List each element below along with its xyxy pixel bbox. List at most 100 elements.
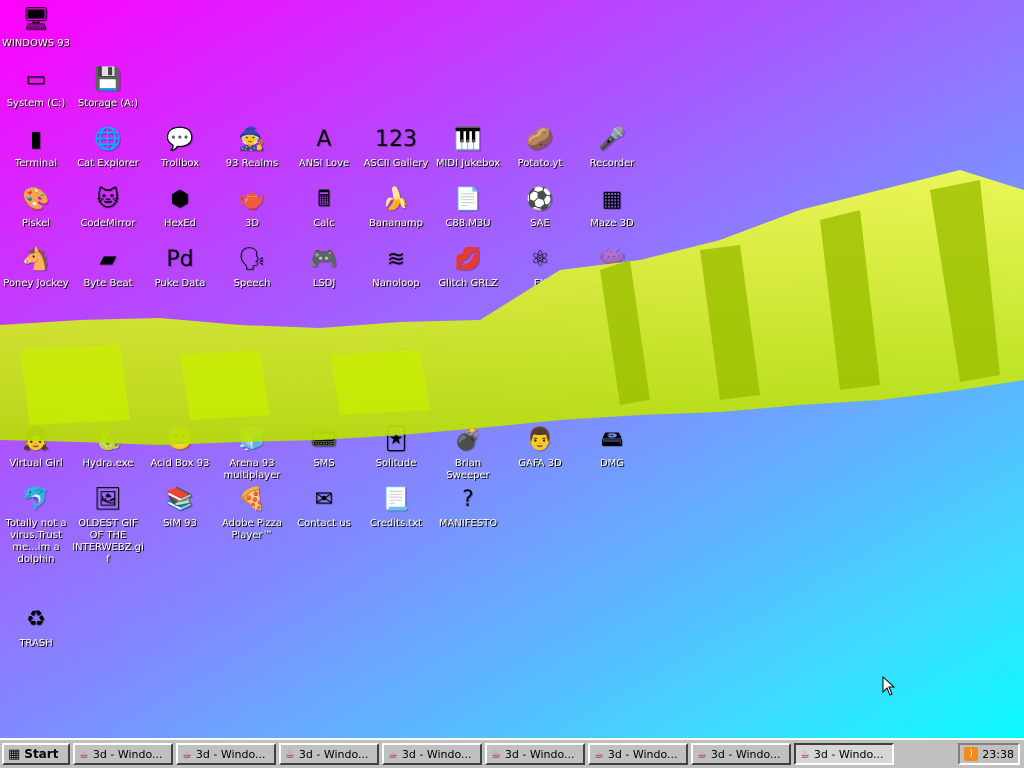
app-icon: 🐬: [22, 487, 50, 512]
desktop-icon[interactable]: 🐍 Hydra.exe: [72, 424, 144, 484]
desktop-icon[interactable]: 🖴 DMG: [576, 424, 648, 484]
app-icon: 🖩: [317, 187, 331, 212]
desktop-icon-label: Glitch GRLZ: [438, 278, 498, 289]
desktop-icon[interactable]: 🎨 Piskel: [0, 184, 72, 244]
desktop-icon-label: Credits.txt: [369, 518, 423, 529]
desktop-icon[interactable]: 🎤 Recorder: [576, 124, 648, 184]
app-icon: 🗣: [238, 247, 266, 272]
desktop-icon-label: Puke Data: [154, 278, 206, 289]
desktop-icon-label: Terminal: [14, 158, 58, 169]
desktop-icon[interactable]: 🫖 3D: [216, 184, 288, 244]
rss-icon[interactable]: ): [964, 747, 978, 761]
desktop-icon-label: Potato.yt: [517, 158, 563, 169]
clock: 23:38: [982, 747, 1014, 761]
desktop-icon[interactable]: ♻ TRASH: [0, 604, 72, 664]
desktop-icon[interactable]: Pd Puke Data: [144, 244, 216, 304]
desktop-icon[interactable]: 🗣 Speech: [216, 244, 288, 304]
desktop-icon[interactable]: ▮ Terminal: [0, 124, 72, 184]
desktop-icon[interactable]: 📃 Credits.txt: [360, 484, 432, 544]
app-icon: 🎮: [310, 247, 338, 272]
desktop-icon-label: Acid Box 93: [150, 458, 210, 469]
taskbar-window-button[interactable]: ☕ 3d - Windo...: [485, 743, 585, 765]
taskbar-window-button[interactable]: ☕ 3d - Windo...: [794, 743, 894, 765]
taskbar-window-button[interactable]: ☕ 3d - Windo...: [73, 743, 173, 765]
desktop-icon[interactable]: 🙂 Acid Box 93: [144, 424, 216, 484]
desktop-icon[interactable]: 👧 Virtual Girl: [0, 424, 72, 484]
desktop-icon[interactable]: 🖥 WINDOWS 93: [0, 4, 72, 64]
app-icon: 📄: [454, 187, 482, 212]
desktop-icon[interactable]: ▰ Byte Beat: [72, 244, 144, 304]
system-tray: ) 23:38: [958, 743, 1020, 765]
desktop-icon[interactable]: ≋ Nanoloop: [360, 244, 432, 304]
desktop-icon[interactable]: 🍌 Bananamp: [360, 184, 432, 244]
desktop-icon[interactable]: 🐱 CodeMirror: [72, 184, 144, 244]
desktop-icon[interactable]: 🐴 Poney Jockey: [0, 244, 72, 304]
desktop-icon-label: Solitude: [375, 458, 417, 469]
desktop-icon[interactable]: ? MANIFESTO: [432, 484, 504, 544]
desktop-icon[interactable]: 📟 SMS: [288, 424, 360, 484]
desktop-icon-label: HexEd: [163, 218, 197, 229]
taskbar-window-label: 3d - Windo...: [710, 747, 781, 761]
app-icon: 🎹: [454, 127, 482, 152]
desktop-icon-label: WINDOWS 93: [1, 38, 71, 49]
desktop-icon[interactable]: 🌐 Cat Explorer: [72, 124, 144, 184]
desktop-icon[interactable]: ▭ System (C:): [0, 64, 72, 124]
app-icon: 🙂: [166, 427, 194, 452]
app-icon: 🐴: [22, 247, 50, 272]
desktop-icon[interactable]: 🃏 Solitude: [360, 424, 432, 484]
desktop: 🖥 WINDOWS 93 ▭ System (C:) 💾 Storage (A:) ▮ Ter…: [0, 0, 1024, 738]
desktop-icon[interactable]: 🧙 93 Realms: [216, 124, 288, 184]
desktop-icon[interactable]: 🎹 MIDI Jukebox: [432, 124, 504, 184]
desktop-icon-label: Poney Jockey: [3, 278, 69, 289]
teapot-icon: ☕: [79, 747, 89, 761]
desktop-icon[interactable]: 🧊 Arena 93 multiplayer: [216, 424, 288, 484]
desktop-icon[interactable]: A ANSI Love: [288, 124, 360, 184]
app-icon: 🧙: [238, 127, 266, 152]
desktop-icon[interactable]: ⚛ FX: [504, 244, 576, 304]
taskbar-window-button[interactable]: ☕ 3d - Windo...: [588, 743, 688, 765]
taskbar-window-button[interactable]: ☕ 3d - Windo...: [382, 743, 482, 765]
app-icon: 🃏: [384, 427, 408, 452]
desktop-icon-label: ASCII Gallery: [363, 158, 429, 169]
desktop-icon[interactable]: 💬 Trollbox: [144, 124, 216, 184]
app-icon: ✉: [314, 487, 334, 512]
taskbar: ▦ Start ☕ 3d - Windo... ☕ 3d - Windo... ☕ 3d …: [0, 738, 1024, 768]
desktop-icon[interactable]: 💋 Glitch GRLZ: [432, 244, 504, 304]
desktop-icon-label: DMG: [599, 458, 625, 469]
desktop-icon-label: Virtual Girl: [9, 458, 63, 469]
desktop-icon[interactable]: 🐬 Totally not a virus.Trust me...im a dol…: [0, 484, 72, 565]
desktop-icon[interactable]: 💣 Brian Sweeper: [432, 424, 504, 484]
app-icon: ♻: [26, 607, 46, 632]
desktop-icon[interactable]: 💾 Storage (A:): [72, 64, 144, 124]
desktop-icon-label: CodeMirror: [80, 218, 136, 229]
desktop-icon-label: Adobe Pizza Player™: [221, 518, 283, 541]
task-list: ☕ 3d - Windo... ☕ 3d - Windo... ☕ 3d - Windo.…: [73, 743, 897, 765]
start-button[interactable]: ▦ Start: [2, 743, 70, 765]
desktop-icon[interactable]: ▦ Maze 3D: [576, 184, 648, 244]
taskbar-window-button[interactable]: ☕ 3d - Windo...: [691, 743, 791, 765]
desktop-icon[interactable]: 👨 GAFA 3D: [504, 424, 576, 484]
desktop-icon[interactable]: 🥔 Potato.yt: [504, 124, 576, 184]
desktop-icon-label: SMS: [313, 458, 335, 469]
desktop-icon[interactable]: 🖼 OLDEST GIF OF THE INTERWEBZ.gif: [72, 484, 144, 565]
teapot-icon: ☕: [388, 747, 398, 761]
desktop-icon[interactable]: ✉ Contact us: [288, 484, 360, 544]
desktop-icon[interactable]: ⬢ HexEd: [144, 184, 216, 244]
desktop-icon[interactable]: 👾 Rainbow: [576, 244, 648, 304]
desktop-icon[interactable]: 123 ASCII Gallery: [360, 124, 432, 184]
desktop-icon[interactable]: 🍕 Adobe Pizza Player™: [216, 484, 288, 544]
desktop-icon-label: Cat Explorer: [77, 158, 139, 169]
desktop-icon[interactable]: 🖩 Calc: [288, 184, 360, 244]
teapot-icon: ☕: [182, 747, 192, 761]
teapot-icon: ☕: [285, 747, 295, 761]
desktop-icon-label: Speech: [233, 278, 271, 289]
taskbar-window-button[interactable]: ☕ 3d - Windo...: [279, 743, 379, 765]
desktop-icon[interactable]: 🎮 LSDJ: [288, 244, 360, 304]
desktop-icon[interactable]: ⚽ SAE: [504, 184, 576, 244]
app-icon: ≋: [386, 247, 406, 272]
desktop-icon[interactable]: 📄 C88.M3U: [432, 184, 504, 244]
desktop-icon[interactable]: 📚 SIM 93: [144, 484, 216, 544]
taskbar-window-button[interactable]: ☕ 3d - Windo...: [176, 743, 276, 765]
app-icon: 123: [375, 127, 417, 152]
app-icon: ▮: [29, 127, 43, 152]
